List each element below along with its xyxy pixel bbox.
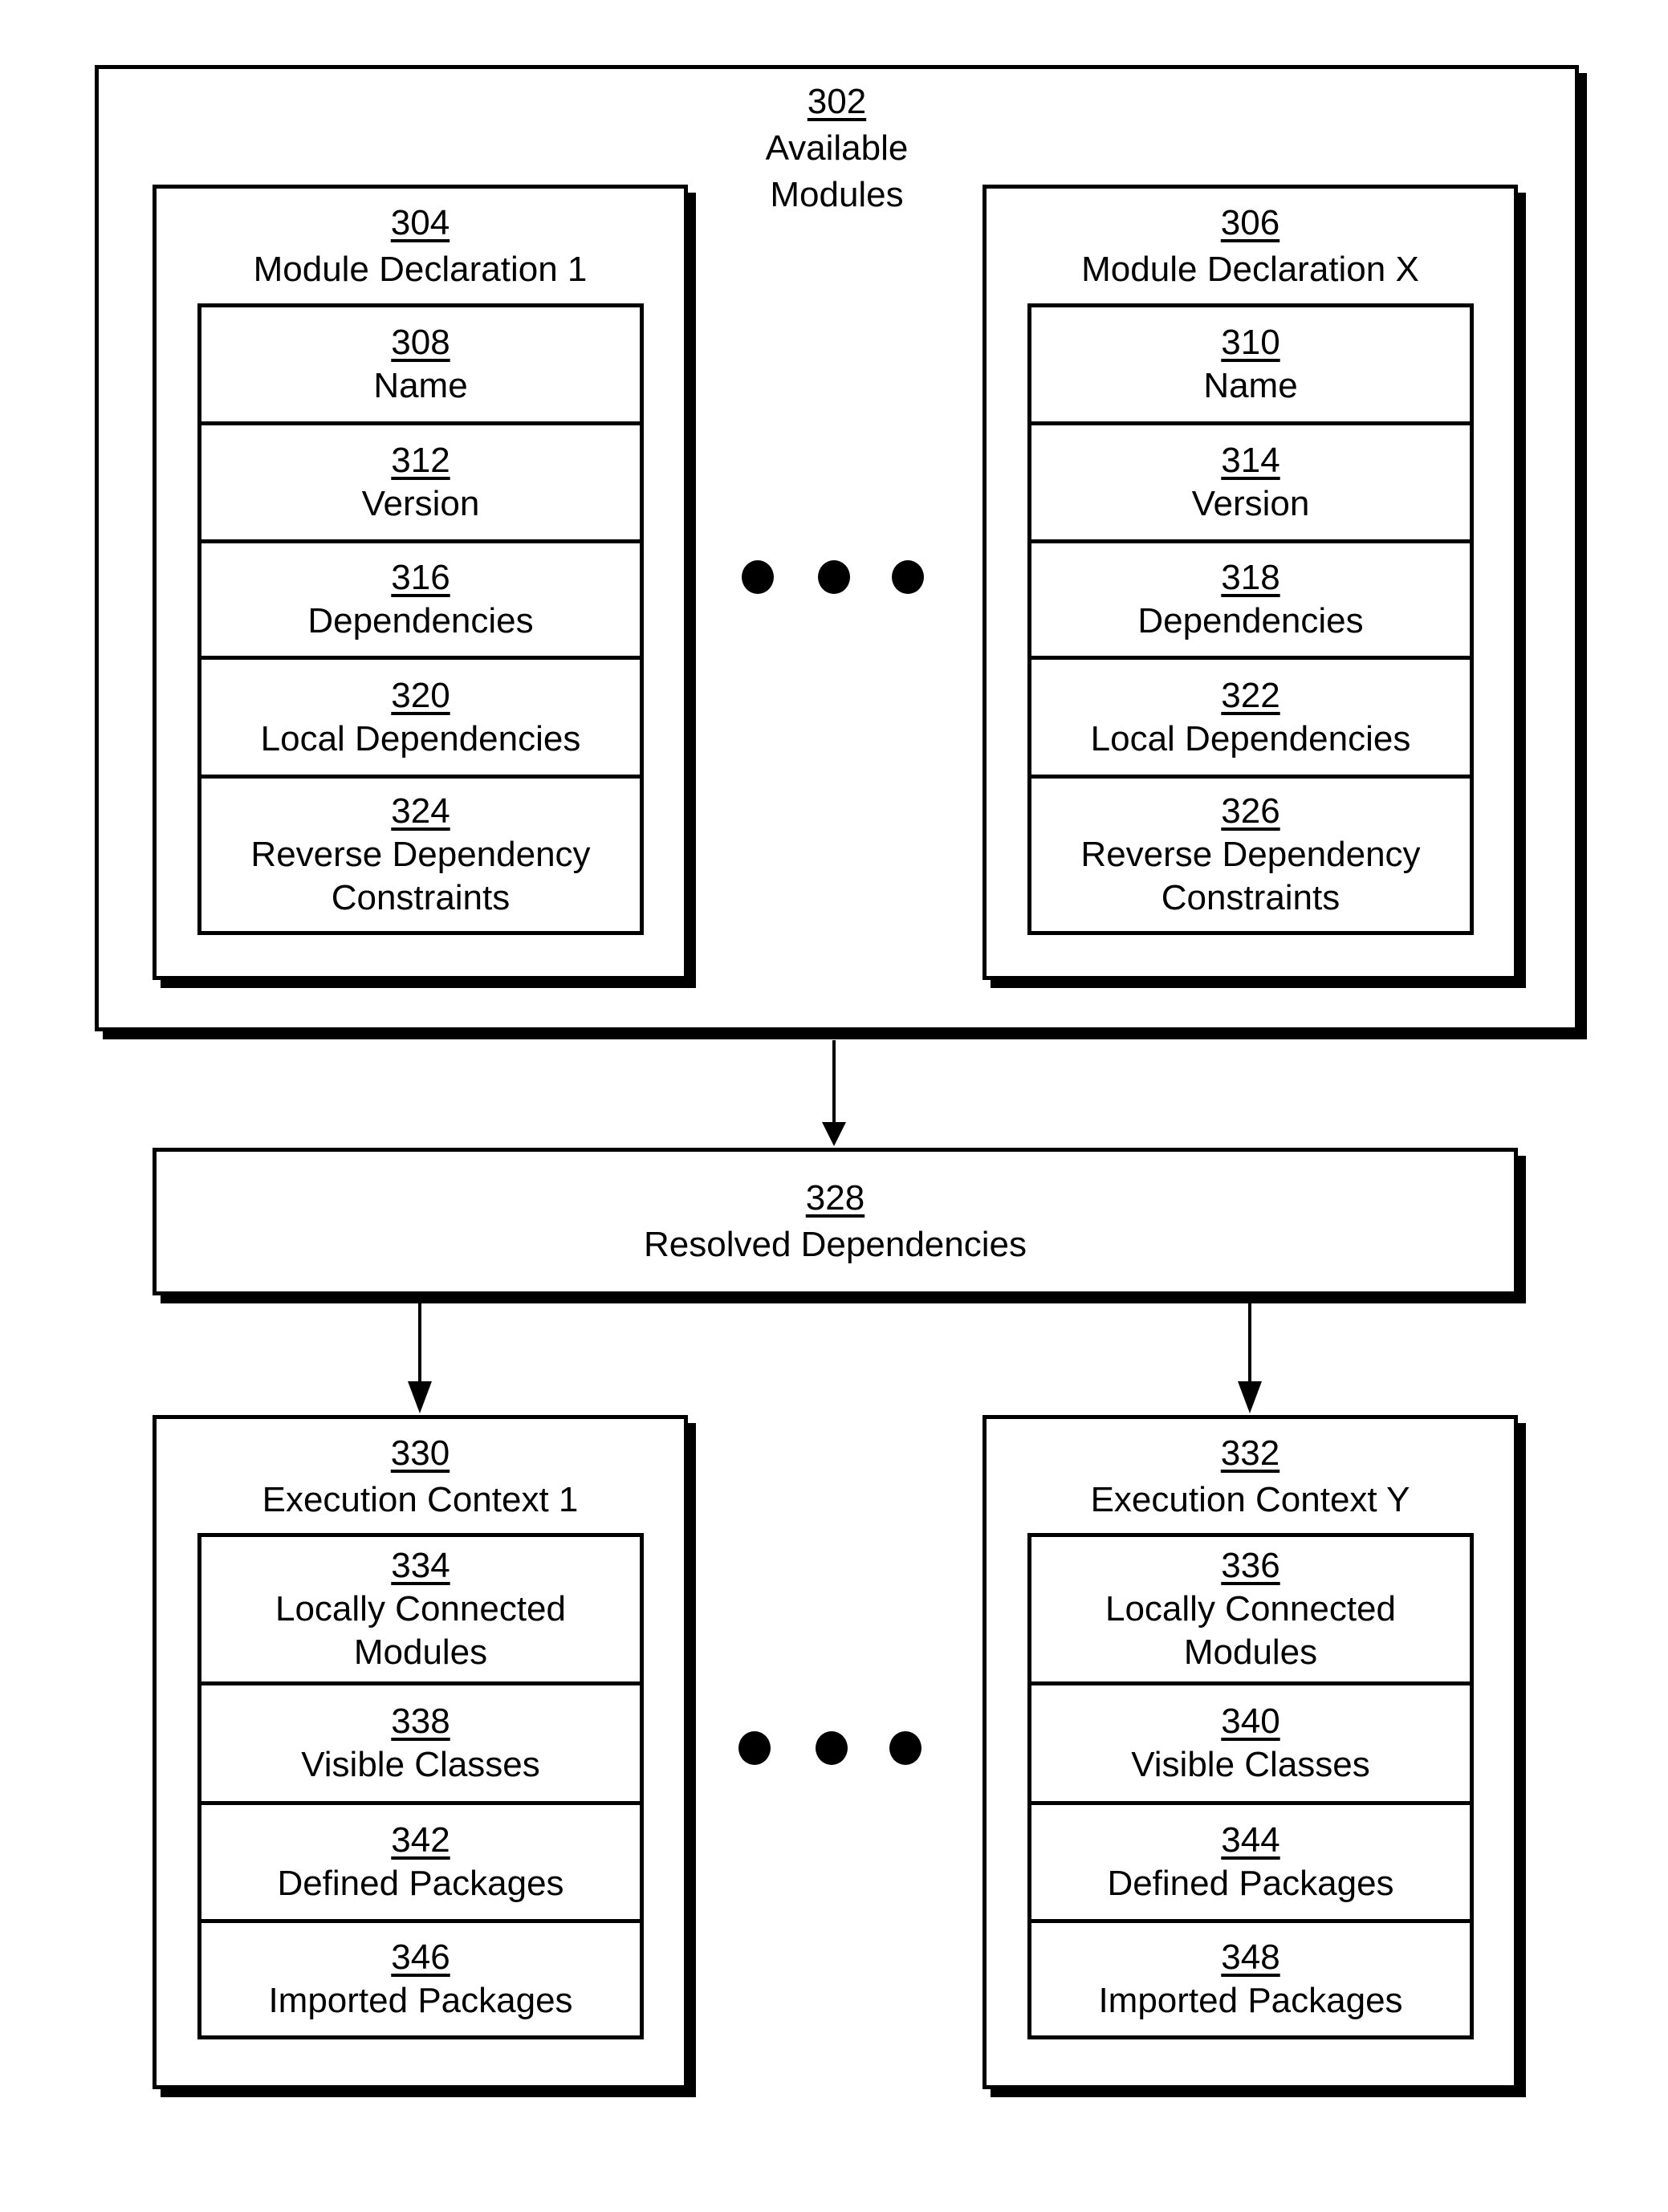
label: Visible Classes [301, 1745, 540, 1784]
label: Locally Connected [1105, 1589, 1396, 1629]
execution-context-y-title: 332 Execution Context Y [987, 1432, 1514, 1522]
field-imported-packages: 346 Imported Packages [197, 1919, 644, 2039]
field-imported-packages: 348 Imported Packages [1027, 1919, 1474, 2039]
ellipsis-dot [738, 1731, 771, 1765]
label: Imported Packages [1098, 1981, 1403, 2020]
label: Defined Packages [1107, 1864, 1394, 1903]
arrow-resolved-to-context-1 [408, 1303, 432, 1413]
arrow-resolved-to-context-y [1238, 1303, 1262, 1413]
ref-number: 334 [391, 1546, 450, 1585]
label: Imported Packages [268, 1981, 573, 2020]
field-locally-connected-modules: 336 Locally Connected Modules [1027, 1533, 1474, 1681]
label: Visible Classes [1131, 1745, 1370, 1784]
ellipsis-dot [889, 1731, 921, 1765]
execution-context-1-title: 330 Execution Context 1 [157, 1432, 684, 1522]
ref-number: 336 [1221, 1546, 1280, 1585]
label: Execution Context 1 [262, 1480, 579, 1519]
field-visible-classes: 340 Visible Classes [1027, 1681, 1474, 1801]
arrow-available-to-resolved [822, 1040, 846, 1146]
ref-number: 338 [391, 1702, 450, 1741]
ref-number: 346 [391, 1938, 450, 1977]
ref-number: 344 [1221, 1820, 1280, 1860]
field-defined-packages: 344 Defined Packages [1027, 1801, 1474, 1919]
ref-number: 330 [390, 1433, 450, 1473]
ref-number: 348 [1221, 1938, 1280, 1977]
label: Defined Packages [277, 1864, 564, 1903]
label: Modules [1183, 1633, 1318, 1672]
ellipsis-dot [816, 1731, 848, 1765]
field-defined-packages: 342 Defined Packages [197, 1801, 644, 1919]
ref-number: 340 [1221, 1702, 1280, 1741]
label: Modules [353, 1633, 488, 1672]
label: Locally Connected [275, 1589, 566, 1629]
field-locally-connected-modules: 334 Locally Connected Modules [197, 1533, 644, 1681]
ref-number: 332 [1220, 1433, 1280, 1473]
label: Execution Context Y [1090, 1480, 1410, 1519]
ref-number: 342 [391, 1820, 450, 1860]
field-visible-classes: 338 Visible Classes [197, 1681, 644, 1801]
